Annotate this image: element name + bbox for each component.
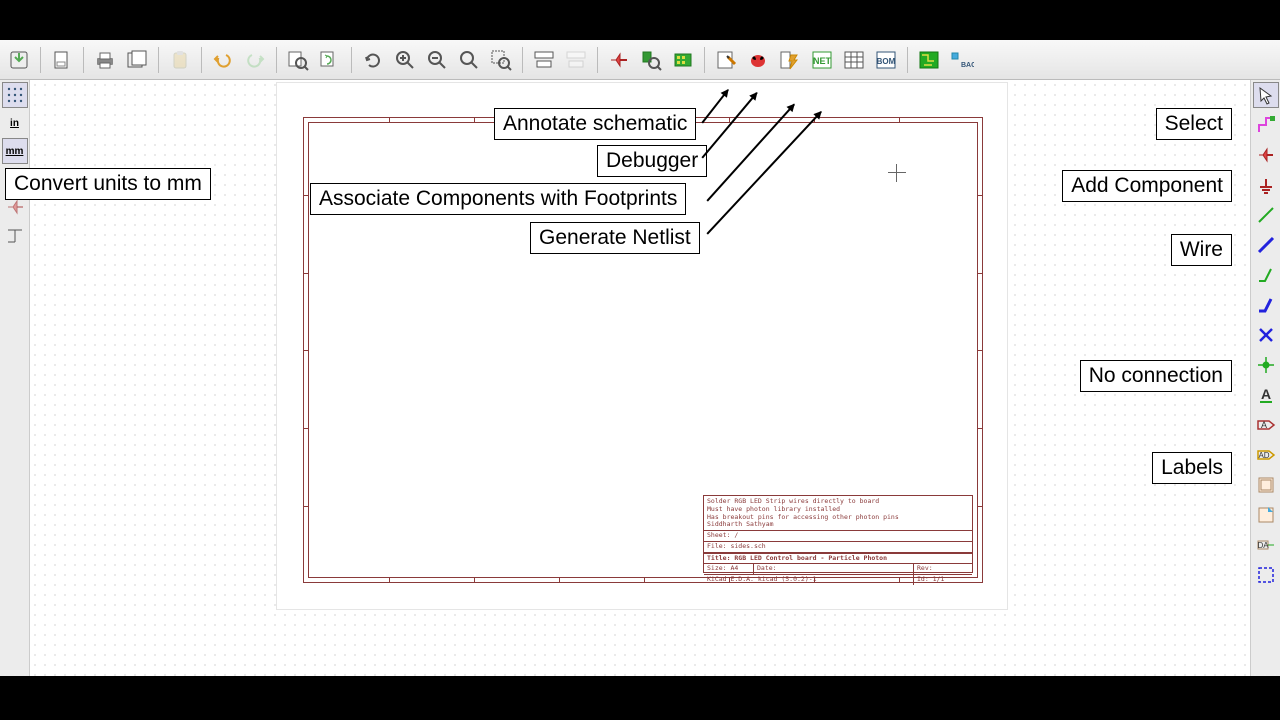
callout-convert-mm: Convert units to mm xyxy=(5,168,211,200)
callout-labels: Labels xyxy=(1152,452,1232,484)
zoom-out-icon[interactable] xyxy=(422,45,452,75)
select-tool-icon[interactable] xyxy=(1253,82,1279,108)
app-window: NET BOM BACK in mm A A AD DA xyxy=(0,40,1280,676)
symbol-editor-icon[interactable] xyxy=(604,45,634,75)
tb-file: File: sides.sch xyxy=(707,543,766,551)
bus-direction-icon[interactable] xyxy=(2,222,28,248)
tb-rev: Rev: xyxy=(914,564,936,574)
symbol-fields-icon[interactable] xyxy=(839,45,869,75)
callout-annotate: Annotate schematic xyxy=(494,108,696,140)
bom-icon[interactable]: BOM xyxy=(871,45,901,75)
hier-pin-icon[interactable]: DA xyxy=(1253,532,1279,558)
global-label-icon[interactable]: A xyxy=(1253,412,1279,438)
tb-sheet: Sheet: / xyxy=(707,532,738,540)
paste-icon[interactable] xyxy=(165,45,195,75)
plot-icon[interactable] xyxy=(122,45,152,75)
units-mm-button[interactable]: mm xyxy=(2,138,28,164)
tb-date: Date: xyxy=(754,564,914,574)
undo-icon[interactable] xyxy=(208,45,238,75)
tb-title: Title: RGB LED Control board - Particle … xyxy=(704,553,972,565)
tb-kicad: KiCad E.D.A. kicad (5.0.2)-1 xyxy=(704,575,914,585)
browse-libs-icon[interactable] xyxy=(636,45,666,75)
bus-to-bus-icon[interactable] xyxy=(1253,292,1279,318)
hierarchy-icon[interactable] xyxy=(529,45,559,75)
callout-wire: Wire xyxy=(1171,234,1232,266)
leave-sheet-icon[interactable] xyxy=(561,45,591,75)
replace-icon[interactable] xyxy=(315,45,345,75)
svg-text:DA: DA xyxy=(1257,541,1269,550)
refresh-icon[interactable] xyxy=(358,45,388,75)
svg-text:BACK: BACK xyxy=(961,62,974,69)
callout-debugger: Debugger xyxy=(597,145,707,177)
netlist-icon[interactable]: NET xyxy=(807,45,837,75)
add-power-icon[interactable] xyxy=(1253,172,1279,198)
callout-associate: Associate Components with Footprints xyxy=(310,183,686,215)
hier-label-icon[interactable]: AD xyxy=(1253,442,1279,468)
svg-text:NET: NET xyxy=(813,56,832,66)
right-toolbar: A A AD DA xyxy=(1250,80,1280,676)
main-toolbar: NET BOM BACK xyxy=(0,40,1280,80)
callout-add-component: Add Component xyxy=(1062,170,1232,202)
zoom-selection-icon[interactable] xyxy=(486,45,516,75)
print-icon[interactable] xyxy=(90,45,120,75)
junction-icon[interactable] xyxy=(1253,352,1279,378)
import-hier-icon[interactable] xyxy=(1253,502,1279,528)
hier-sheet-icon[interactable] xyxy=(1253,472,1279,498)
no-connect-icon[interactable] xyxy=(1253,322,1279,348)
callout-select: Select xyxy=(1156,108,1232,140)
page-settings-icon[interactable] xyxy=(47,45,77,75)
assign-footprints-icon[interactable] xyxy=(775,45,805,75)
wire-to-bus-icon[interactable] xyxy=(1253,262,1279,288)
save-icon[interactable] xyxy=(4,45,34,75)
back-import-icon[interactable]: BACK xyxy=(946,45,976,75)
wire-tool-icon[interactable] xyxy=(1253,202,1279,228)
tb-size: Size: A4 xyxy=(704,564,754,574)
pcb-icon[interactable] xyxy=(914,45,944,75)
zoom-in-icon[interactable] xyxy=(390,45,420,75)
net-label-icon[interactable]: A xyxy=(1253,382,1279,408)
bus-tool-icon[interactable] xyxy=(1253,232,1279,258)
highlight-net-icon[interactable] xyxy=(1253,112,1279,138)
add-component-icon[interactable] xyxy=(1253,142,1279,168)
grid-toggle-icon[interactable] xyxy=(2,82,28,108)
find-icon[interactable] xyxy=(283,45,313,75)
svg-text:AD: AD xyxy=(1258,451,1269,460)
tb-note4: Siddharth Sathyam xyxy=(707,521,969,529)
cursor-crosshair xyxy=(888,164,906,182)
dashed-line-icon[interactable] xyxy=(1253,562,1279,588)
zoom-fit-icon[interactable] xyxy=(454,45,484,75)
annotate-icon[interactable] xyxy=(711,45,741,75)
erc-icon[interactable] xyxy=(743,45,773,75)
svg-text:A: A xyxy=(1260,420,1266,430)
svg-text:A: A xyxy=(1260,386,1270,402)
units-inch-button[interactable]: in xyxy=(2,110,28,136)
title-block: Solder RGB LED Strip wires directly to b… xyxy=(703,495,973,573)
svg-text:BOM: BOM xyxy=(877,57,896,66)
tb-id: Id: 1/1 xyxy=(914,575,947,585)
footprint-editor-icon[interactable] xyxy=(668,45,698,75)
redo-icon[interactable] xyxy=(240,45,270,75)
callout-no-connection: No connection xyxy=(1080,360,1232,392)
callout-netlist: Generate Netlist xyxy=(530,222,700,254)
